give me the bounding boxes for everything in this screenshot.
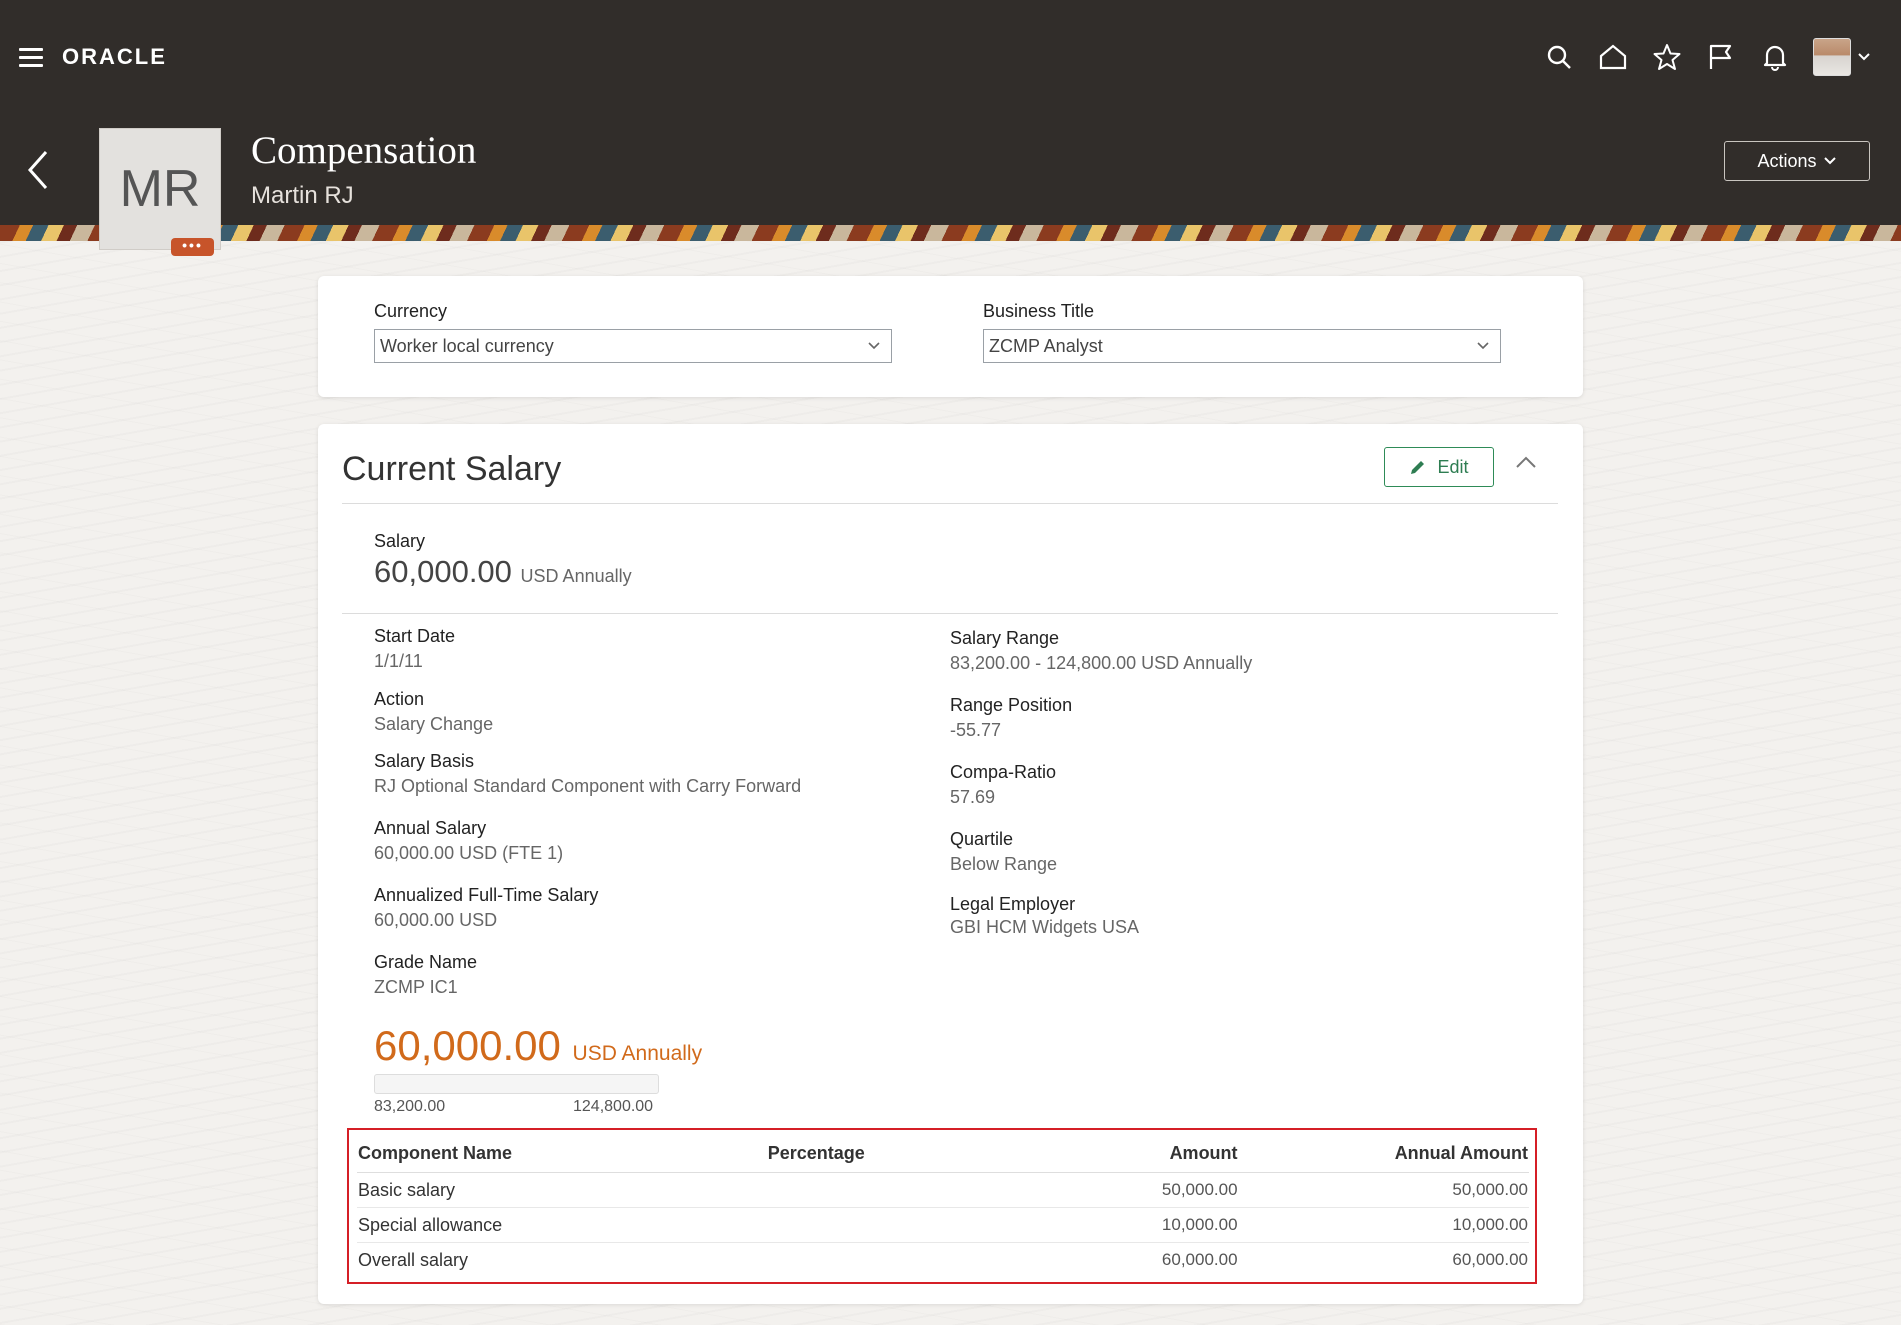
user-menu[interactable] bbox=[1813, 38, 1871, 76]
column-header-percentage[interactable]: Percentage bbox=[766, 1134, 1018, 1173]
column-header-component-name[interactable]: Component Name bbox=[357, 1134, 767, 1173]
business-title-value: ZCMP Analyst bbox=[989, 336, 1103, 356]
salary-unit: USD Annually bbox=[520, 566, 632, 586]
salary-label: Salary bbox=[374, 531, 426, 551]
star-icon[interactable] bbox=[1651, 41, 1683, 73]
salary-components-table: Component Name Percentage Amount Annual … bbox=[357, 1134, 1529, 1277]
global-toolbar bbox=[1543, 38, 1871, 76]
salary-range-value: 83,200.00 - 124,800.00 USD Annually bbox=[950, 653, 1253, 673]
quartile-value: Below Range bbox=[950, 854, 1058, 874]
range-position-value: -55.77 bbox=[950, 720, 1002, 740]
amount-cell: 50,000.00 bbox=[1017, 1172, 1239, 1208]
filters-card: Currency Worker local currency Business … bbox=[318, 276, 1583, 397]
current-salary-card: Current Salary Edit Salary 60,000.00 USD… bbox=[318, 424, 1583, 1304]
currency-value: Worker local currency bbox=[380, 336, 554, 356]
decorative-banner bbox=[0, 225, 1901, 241]
salary-range-label: Salary Range bbox=[950, 628, 1060, 648]
search-icon[interactable] bbox=[1543, 41, 1575, 73]
table-row: Overall salary 60,000.00 60,000.00 bbox=[357, 1243, 1529, 1278]
column-header-amount[interactable]: Amount bbox=[1017, 1134, 1239, 1173]
chevron-down-icon bbox=[868, 342, 880, 350]
bell-icon[interactable] bbox=[1759, 41, 1791, 73]
oracle-logo: ORACLE bbox=[62, 44, 167, 69]
salary-basis-label: Salary Basis bbox=[374, 751, 475, 771]
salary-amount: 60,000.00 USD Annually bbox=[374, 554, 632, 590]
grade-name-value: ZCMP IC1 bbox=[374, 977, 458, 997]
salary-components-table-highlight: Component Name Percentage Amount Annual … bbox=[347, 1128, 1537, 1284]
section-title: Current Salary bbox=[342, 450, 562, 488]
quartile-label: Quartile bbox=[950, 829, 1014, 849]
amount-cell: 60,000.00 bbox=[1161, 1250, 1238, 1269]
range-position-label: Range Position bbox=[950, 695, 1073, 715]
start-date-value: 1/1/11 bbox=[374, 651, 423, 671]
action-label: Action bbox=[374, 689, 425, 709]
grade-name-label: Grade Name bbox=[374, 952, 478, 972]
component-name-cell: Basic salary bbox=[357, 1172, 767, 1208]
range-min-label: 83,200.00 bbox=[374, 1098, 446, 1115]
range-max-label: 124,800.00 bbox=[573, 1098, 654, 1115]
table-row: Special allowance 10,000.00 10,000.00 bbox=[357, 1207, 1529, 1243]
annual-salary-label: Annual Salary bbox=[374, 818, 487, 838]
avatar bbox=[1813, 38, 1851, 76]
table-row: Basic salary 50,000.00 50,000.00 bbox=[357, 1172, 1529, 1208]
business-title-select[interactable]: ZCMP Analyst bbox=[983, 329, 1501, 363]
chevron-down-icon bbox=[1477, 342, 1489, 350]
compa-ratio-label: Compa-Ratio bbox=[950, 762, 1057, 782]
percentage-cell bbox=[766, 1207, 1018, 1243]
annualized-fte-salary-value: 60,000.00 USD bbox=[374, 910, 498, 930]
range-salary-value: 60,000.00 bbox=[374, 1022, 561, 1069]
actions-button[interactable]: Actions bbox=[1724, 141, 1870, 181]
actions-label: Actions bbox=[1757, 150, 1817, 171]
divider bbox=[342, 613, 1558, 614]
page-title: Compensation bbox=[251, 129, 477, 172]
range-salary-amount: 60,000.00 USD Annually bbox=[374, 1022, 702, 1070]
salary-value: 60,000.00 bbox=[374, 554, 512, 589]
percentage-cell bbox=[767, 1243, 1018, 1278]
person-initials-avatar: MR bbox=[99, 128, 221, 250]
back-icon[interactable] bbox=[24, 148, 54, 197]
range-salary-unit: USD Annually bbox=[572, 1042, 703, 1065]
edit-label: Edit bbox=[1437, 456, 1469, 477]
annualized-fte-salary-label: Annualized Full-Time Salary bbox=[374, 885, 599, 905]
currency-label: Currency bbox=[374, 301, 448, 321]
salary-range-bar bbox=[374, 1074, 659, 1094]
initials: MR bbox=[119, 160, 201, 218]
column-header-annual-amount[interactable]: Annual Amount bbox=[1238, 1134, 1529, 1173]
divider bbox=[342, 503, 1558, 504]
start-date-label: Start Date bbox=[374, 626, 456, 646]
annual-amount-cell: 50,000.00 bbox=[1238, 1172, 1529, 1208]
annual-amount-cell: 60,000.00 bbox=[1452, 1250, 1528, 1269]
percentage-cell bbox=[766, 1172, 1018, 1208]
home-icon[interactable] bbox=[1597, 41, 1629, 73]
table-header-row: Component Name Percentage Amount Annual … bbox=[357, 1134, 1529, 1173]
action-value: Salary Change bbox=[374, 714, 494, 734]
global-header: ORACLE bbox=[0, 0, 1901, 113]
legal-employer-value: GBI HCM Widgets USA bbox=[950, 917, 1140, 937]
chevron-up-icon[interactable] bbox=[1514, 454, 1538, 475]
hamburger-icon[interactable] bbox=[19, 48, 43, 67]
annual-amount-cell: 10,000.00 bbox=[1238, 1207, 1529, 1243]
salary-basis-value: RJ Optional Standard Component with Carr… bbox=[374, 776, 802, 796]
edit-button[interactable]: Edit bbox=[1384, 447, 1494, 487]
business-title-label: Business Title bbox=[983, 301, 1095, 321]
person-name: Martin RJ bbox=[251, 182, 354, 209]
pencil-icon bbox=[1411, 461, 1425, 474]
more-options-button[interactable]: ••• bbox=[171, 238, 214, 256]
compa-ratio-value: 57.69 bbox=[950, 787, 996, 807]
chevron-down-icon bbox=[1858, 53, 1870, 61]
amount-cell: 10,000.00 bbox=[1017, 1207, 1239, 1243]
chevron-down-icon bbox=[1823, 157, 1836, 165]
flag-icon[interactable] bbox=[1705, 41, 1737, 73]
component-name-cell: Special allowance bbox=[357, 1207, 767, 1243]
currency-select[interactable]: Worker local currency bbox=[374, 329, 892, 363]
annual-salary-value: 60,000.00 USD (FTE 1) bbox=[374, 843, 564, 863]
legal-employer-label: Legal Employer bbox=[950, 894, 1076, 914]
component-name-cell: Overall salary bbox=[358, 1249, 469, 1270]
